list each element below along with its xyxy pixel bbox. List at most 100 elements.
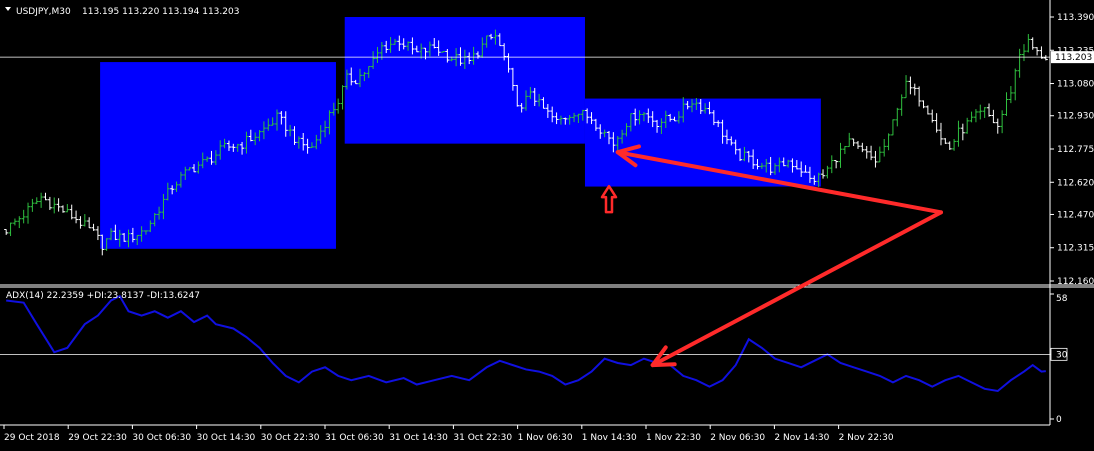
price-bar: [1030, 37, 1035, 50]
indicator-tick-label: 0: [1056, 415, 1062, 425]
price-tick-label: 112.775: [1057, 145, 1094, 155]
price-bar: [91, 223, 96, 231]
price-bar: [1026, 34, 1031, 53]
price-bar: [34, 197, 39, 205]
price-bar: [855, 140, 860, 149]
price-bar: [69, 204, 74, 220]
price-bar: [873, 150, 878, 168]
price-bar: [886, 133, 891, 151]
time-tick-label: 31 Oct 22:30: [453, 433, 512, 443]
time-tick-label: 31 Oct 06:30: [325, 433, 384, 443]
price-bar: [829, 155, 834, 174]
price-bar: [982, 107, 987, 118]
indicator-tick-label: 30: [1056, 350, 1068, 360]
price-bar: [947, 141, 952, 150]
price-bar: [908, 76, 913, 95]
time-tick-label: 30 Oct 22:30: [261, 433, 320, 443]
price-bar: [930, 109, 935, 123]
price-bar: [340, 85, 345, 110]
price-bar: [978, 104, 983, 120]
price-tick-label: 112.620: [1057, 178, 1094, 188]
price-bar: [925, 105, 930, 115]
symbol-label: USDJPY,M30: [16, 7, 71, 17]
price-bar: [30, 198, 35, 212]
price-bar: [95, 226, 100, 241]
price-bar: [43, 192, 48, 201]
price-bar: [1017, 48, 1022, 78]
price-bar: [1004, 92, 1009, 116]
price-bar: [842, 146, 847, 155]
price-bar: [56, 198, 61, 212]
price-bar: [877, 146, 882, 163]
time-tick-label: 30 Oct 06:30: [132, 433, 191, 443]
price-bar: [987, 103, 992, 117]
price-bar: [882, 139, 887, 157]
time-tick-label: 2 Nov 14:30: [774, 433, 829, 443]
price-bar: [821, 169, 826, 179]
price-bar: [952, 139, 957, 151]
price-bar: [956, 120, 961, 147]
price-bar: [4, 228, 9, 235]
price-bar: [52, 197, 57, 214]
price-bar: [1013, 68, 1018, 101]
price-bar: [965, 117, 970, 134]
price-bar: [969, 111, 974, 123]
red-arrow-2: [650, 210, 943, 368]
price-tick-label: 113.080: [1057, 80, 1094, 90]
price-bar: [904, 75, 909, 99]
zone-rect-2: [344, 17, 585, 144]
chart-window: 113.390113.235113.080112.930112.775112.6…: [0, 0, 1094, 447]
price-bar: [864, 145, 869, 159]
price-tick-label: 112.160: [1057, 277, 1094, 287]
price-bar: [895, 107, 900, 127]
price-bar: [12, 218, 17, 226]
price-bar: [938, 122, 943, 146]
price-pane[interactable]: [0, 17, 1050, 256]
price-bar: [838, 142, 843, 168]
time-tick-label: 1 Nov 14:30: [582, 433, 637, 443]
price-bar: [74, 210, 79, 224]
price-bar: [65, 204, 70, 213]
price-bar: [47, 196, 52, 210]
price-bar: [825, 165, 830, 179]
price-bar: [21, 209, 26, 224]
price-bar: [17, 216, 22, 229]
price-bar: [1043, 55, 1048, 61]
price-bar: [26, 202, 31, 224]
time-tick-label: 30 Oct 14:30: [197, 433, 256, 443]
indicator-label: ADX(14) 22.2359 +DI:23.8137 -DI:13.6247: [6, 291, 200, 301]
price-bar: [1035, 47, 1040, 56]
price-bar: [1021, 44, 1026, 62]
price-bar: [912, 83, 917, 96]
price-bar: [934, 113, 939, 133]
triangle-down-icon[interactable]: [5, 7, 11, 11]
time-tick-label: 29 Oct 2018: [4, 433, 60, 443]
zone-rect-3: [584, 98, 821, 187]
price-bar: [87, 217, 92, 229]
price-bar: [995, 118, 1000, 134]
price-bar: [336, 98, 341, 114]
price-bar: [991, 109, 996, 124]
price-bar: [39, 192, 44, 208]
chart-svg: 113.390113.235113.080112.930112.775112.6…: [0, 0, 1094, 443]
time-tick-label: 1 Nov 06:30: [518, 433, 573, 443]
up-arrow-icon: [600, 184, 618, 214]
price-bar: [834, 160, 839, 169]
price-bar: [899, 94, 904, 116]
time-tick-label: 31 Oct 14:30: [389, 433, 448, 443]
time-tick-label: 29 Oct 22:30: [68, 433, 127, 443]
time-tick-label: 2 Nov 06:30: [710, 433, 765, 443]
indicator-pane[interactable]: [0, 294, 1050, 393]
price-bar: [851, 138, 856, 147]
time-tick-label: 1 Nov 22:30: [646, 433, 701, 443]
price-bar: [1000, 110, 1005, 134]
ohlc-label: 113.195 113.220 113.194 113.203: [82, 7, 239, 17]
red-arrow-2-shaft: [650, 210, 943, 368]
price-bar: [921, 100, 926, 109]
price-tick-label: 112.930: [1057, 112, 1094, 122]
price-tick-label: 113.390: [1057, 13, 1094, 23]
price-bar: [869, 145, 874, 161]
current-price-tag-label: 113.203: [1055, 53, 1092, 63]
time-tick-label: 2 Nov 22:30: [839, 433, 894, 443]
price-bar: [82, 214, 87, 227]
